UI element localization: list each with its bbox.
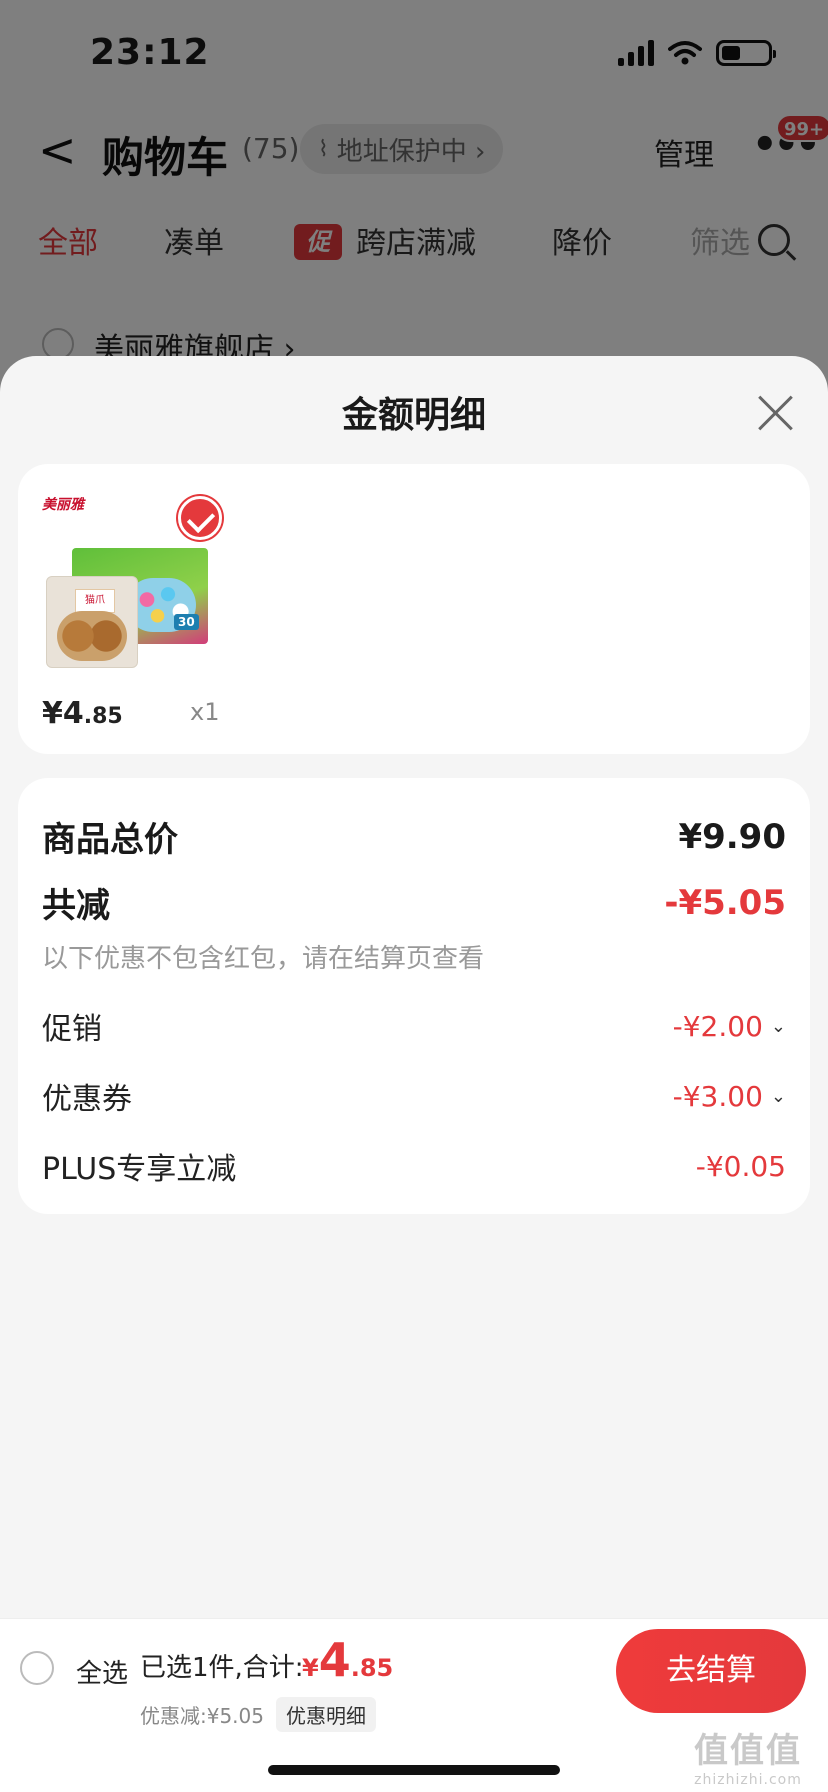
discount-detail-button[interactable]: 优惠明细	[276, 1697, 376, 1732]
sheet-title: 金额明细	[341, 395, 486, 436]
selected-summary: 已选1件,合计:	[140, 1653, 304, 1683]
promo-row[interactable]: 促销 -¥2.00 ⌄	[42, 1004, 786, 1048]
product-box-label: 30	[174, 614, 199, 630]
select-all-label[interactable]: 全选	[76, 1653, 128, 1690]
coupon-row[interactable]: 优惠券 -¥3.00 ⌄	[42, 1074, 786, 1118]
promo-label: 促销	[42, 1012, 102, 1047]
chevron-down-icon[interactable]: ⌄	[771, 1086, 786, 1107]
total-price-value: ¥9.90	[678, 816, 786, 857]
plus-discount-label: PLUS专享立减	[42, 1152, 237, 1187]
product-bag-image: 猫爪	[46, 576, 138, 668]
home-indicator	[268, 1765, 560, 1775]
discount-summary: 优惠减:¥5.05	[140, 1704, 264, 1728]
amount-detail-sheet: 金额明细 美丽雅 30 猫爪 ¥4.85 x1 商品总价 ¥9.90 共减 -¥…	[0, 356, 828, 1792]
checkout-bar: 全选 已选1件,合计: ¥4.85 优惠减:¥5.05 优惠明细 去结算 值值值…	[0, 1618, 828, 1792]
watermark: 值值值 zhizhizhi.com	[678, 1723, 818, 1788]
plus-discount-row: PLUS专享立减 -¥0.05	[42, 1144, 786, 1188]
coupon-amount: -¥3.00	[672, 1079, 763, 1113]
total-int: 4	[318, 1633, 351, 1687]
total-discount-value: -¥5.05	[664, 882, 786, 923]
total-price: ¥4.85	[302, 1633, 393, 1687]
product-quantity: x1	[190, 698, 220, 726]
watermark-glyphs: 值值值	[694, 1731, 802, 1771]
coupon-label: 优惠券	[42, 1082, 132, 1117]
product-price-int: ¥4	[42, 696, 84, 731]
select-all-checkbox[interactable]	[20, 1651, 54, 1685]
selected-check-icon	[178, 496, 222, 540]
product-price-cents: .85	[83, 704, 123, 729]
watermark-url: zhizhizhi.com	[694, 1772, 802, 1788]
brand-logo: 美丽雅	[42, 497, 84, 513]
chevron-down-icon[interactable]: ⌄	[771, 1016, 786, 1037]
total-cents: .85	[350, 1654, 394, 1682]
coupon-value: -¥3.00 ⌄	[673, 1080, 786, 1113]
plus-discount-value: -¥0.05	[695, 1149, 786, 1183]
bag-label: 猫爪	[75, 589, 115, 613]
total-price-row: 商品总价 ¥9.90	[42, 812, 786, 861]
discount-note: 以下优惠不包含红包，请在结算页查看	[42, 944, 485, 974]
discount-line: 优惠减:¥5.05 优惠明细	[140, 1697, 376, 1732]
product-image[interactable]: 美丽雅 30 猫爪	[42, 494, 222, 668]
total-discount-label: 共减	[42, 886, 110, 926]
promo-amount: -¥2.00	[672, 1009, 763, 1043]
product-price: ¥4.85	[42, 696, 123, 731]
total-price-label: 商品总价	[42, 820, 178, 860]
product-card: 美丽雅 30 猫爪 ¥4.85 x1	[18, 464, 810, 754]
total-discount-row: 共减 -¥5.05	[42, 878, 786, 927]
total-currency: ¥	[302, 1654, 319, 1682]
amount-breakdown-card: 商品总价 ¥9.90 共减 -¥5.05 以下优惠不包含红包，请在结算页查看 促…	[18, 778, 810, 1214]
checkout-button[interactable]: 去结算	[616, 1629, 806, 1713]
promo-value: -¥2.00 ⌄	[673, 1010, 786, 1043]
close-icon[interactable]	[756, 392, 796, 432]
